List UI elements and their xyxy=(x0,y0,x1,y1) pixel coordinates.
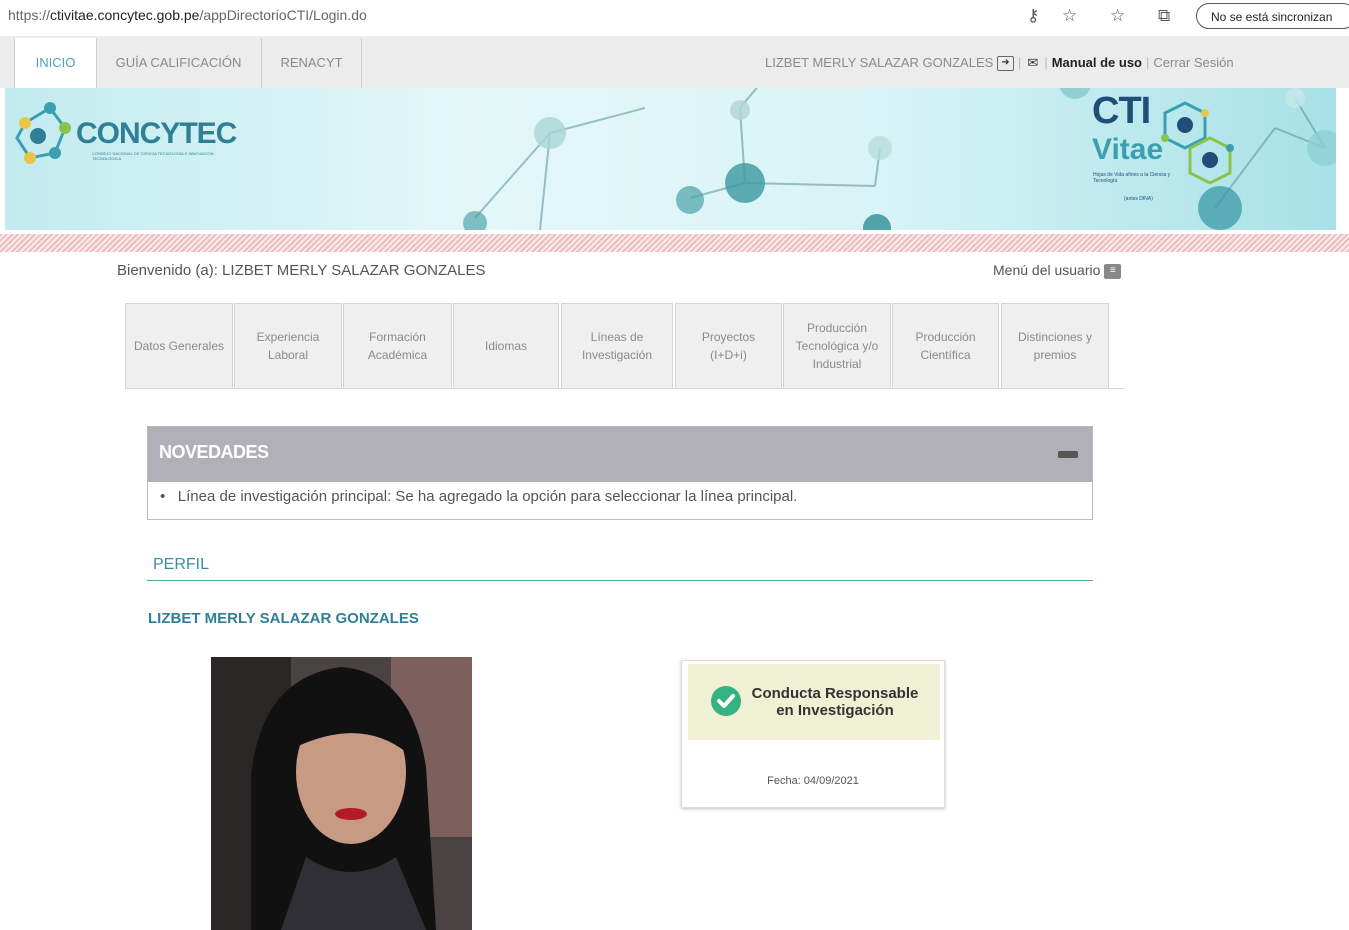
tab-guia-calificacion[interactable]: GUÍA CALIFICACIÓN xyxy=(96,38,262,88)
tab-lineas-investigacion[interactable]: Líneas de Investigación xyxy=(561,303,673,389)
user-menu[interactable]: Menú del usuario ≡ xyxy=(993,262,1122,279)
novedades-title: NOVEDADES xyxy=(159,442,269,462)
user-name-link[interactable]: LIZBET MERLY SALAZAR GONZALES xyxy=(765,55,993,70)
profile-arrow-icon[interactable]: ➜ xyxy=(996,56,1014,72)
cti-vitae-subtitle: Hojas de Vida afines a la Ciencia y Tecn… xyxy=(1093,172,1171,184)
perfil-divider xyxy=(147,580,1093,581)
tab-produccion-cientifica[interactable]: Producción Científica xyxy=(892,303,999,389)
menu-icon[interactable]: ≡ xyxy=(1104,263,1122,279)
concytec-logo-subtitle: CONSEJO NACIONAL DE CIENCIA TECNOLOGÍA E… xyxy=(92,151,214,161)
favorites-list-icon[interactable]: ☆ xyxy=(1110,6,1125,26)
profile-photo xyxy=(211,657,472,930)
key-icon[interactable]: ⚷ xyxy=(1027,6,1039,26)
url-field[interactable]: https://ctivitae.concytec.gob.pe/appDire… xyxy=(8,7,367,23)
perfil-title: PERFIL xyxy=(153,556,210,573)
novedades-header xyxy=(148,427,1092,482)
cti-logo-text: CTI xyxy=(1092,90,1151,132)
user-navigation: LIZBET MERLY SALAZAR GONZALES ➜ | ✉ | Manual… xyxy=(765,55,1234,72)
badge-title: Conducta Responsable en Investigación xyxy=(745,685,925,719)
user-menu-label: Menú del usuario xyxy=(993,262,1101,278)
collapse-icon[interactable] xyxy=(1058,451,1078,458)
novedad-text: Línea de investigación principal: Se ha … xyxy=(177,488,798,505)
tab-formacion-academica[interactable]: Formación Académica xyxy=(343,303,452,389)
concytec-logo-text: CONCYTEC xyxy=(76,117,237,150)
url-path: /appDirectorioCTI/Login.do xyxy=(199,7,367,23)
profile-name: LIZBET MERLY SALAZAR GONZALES xyxy=(148,610,419,627)
tab-idiomas[interactable]: Idiomas xyxy=(453,303,559,389)
favorite-star-icon[interactable]: ☆ xyxy=(1062,6,1077,26)
welcome-text: Bienvenido (a): LIZBET MERLY SALAZAR GON… xyxy=(117,262,486,279)
url-scheme: https:// xyxy=(8,7,51,23)
concytec-logo-icon xyxy=(15,102,71,164)
bullet-icon: • xyxy=(160,488,166,505)
tabs-divider xyxy=(125,388,1124,389)
manual-link[interactable]: Manual de uso xyxy=(1052,55,1142,70)
logout-link[interactable]: Cerrar Sesión xyxy=(1153,55,1233,70)
mail-icon[interactable]: ✉ xyxy=(1025,56,1040,70)
badge-date: Fecha: 04/09/2021 xyxy=(767,775,859,787)
badge-line-2: en Investigación xyxy=(776,702,894,719)
url-host: ctivitae.concytec.gob.pe xyxy=(50,7,200,23)
decorative-stripe xyxy=(0,234,1349,252)
tab-produccion-tecnologica[interactable]: Producción Tecnológica y/o Industrial xyxy=(783,303,891,389)
check-icon xyxy=(711,686,741,716)
vitae-logo-text: Vitae xyxy=(1092,133,1164,166)
badge-line-1: Conducta Responsable xyxy=(751,685,919,702)
tab-proyectos[interactable]: Proyectos (I+D+i) xyxy=(675,303,782,389)
tab-renacyt[interactable]: RENACYT xyxy=(262,38,362,88)
tab-distinciones[interactable]: Distinciones y premios xyxy=(1001,303,1109,389)
tab-inicio[interactable]: INICIO xyxy=(14,38,97,88)
cti-vitae-logo-icon xyxy=(1161,101,1234,185)
tab-datos-generales[interactable]: Datos Generales xyxy=(125,303,233,389)
list-item: • Línea de investigación principal: Se h… xyxy=(160,488,797,505)
cti-vitae-subtitle-2: (antes DINA) xyxy=(1124,196,1153,202)
collections-icon[interactable]: ⧉ xyxy=(1158,6,1170,26)
tab-experiencia-laboral[interactable]: Experiencia Laboral xyxy=(234,303,342,389)
sync-button[interactable]: No se está sincronizan xyxy=(1196,3,1349,29)
